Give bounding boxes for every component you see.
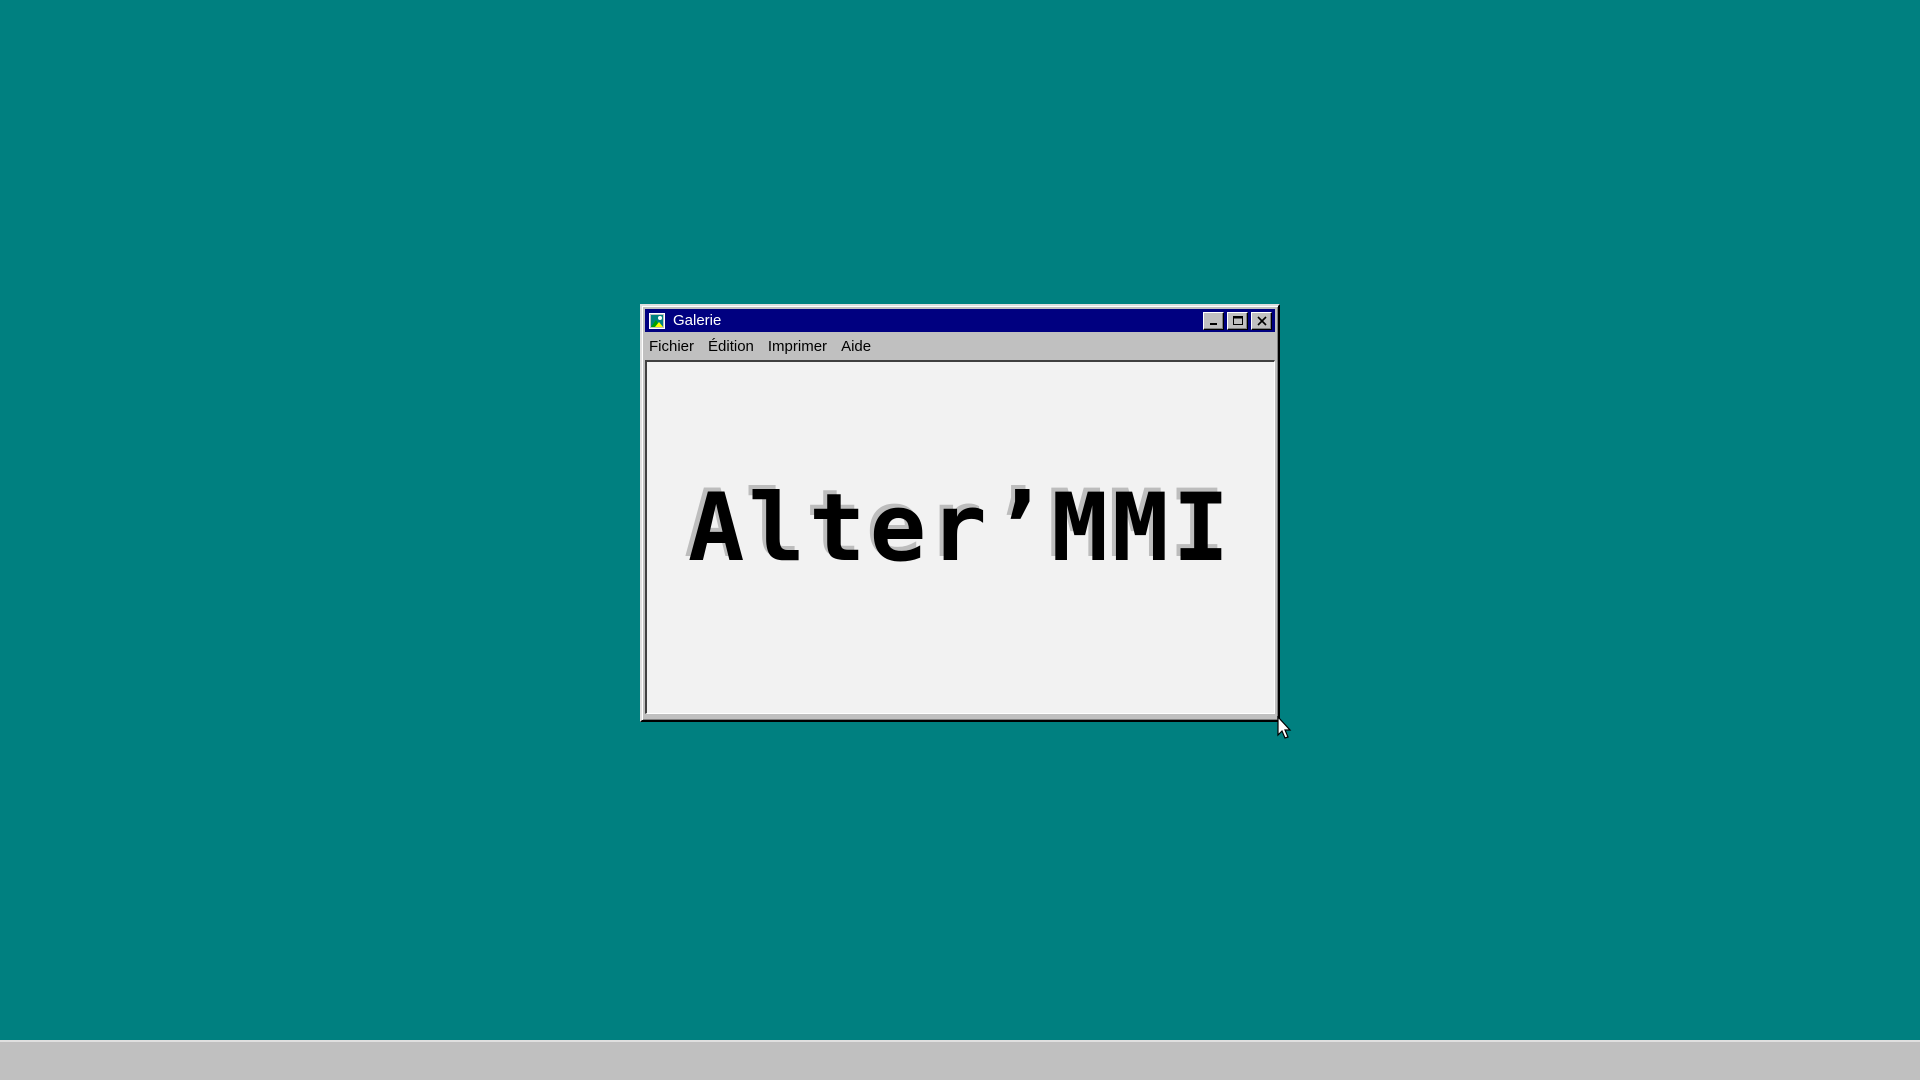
canvas-text: Alter’MMI [687,474,1234,583]
menu-edition[interactable]: Édition [706,336,760,357]
menu-imprimer[interactable]: Imprimer [766,336,833,357]
taskbar [0,1040,1920,1080]
gallery-canvas: Alter’MMI [645,360,1275,714]
menu-fichier[interactable]: Fichier [647,336,700,357]
menu-bar: Fichier Édition Imprimer Aide [645,332,1275,360]
window-title: Galerie [673,312,722,329]
close-icon [1256,315,1267,326]
minimize-button[interactable] [1203,311,1224,330]
galerie-window[interactable]: Galerie Fichier Édition Imprimer Aide Al… [640,304,1280,722]
minimize-icon [1209,322,1217,325]
arrow-cursor-icon [1277,716,1292,739]
window-title-bar[interactable]: Galerie [645,309,1275,332]
maximize-icon [1232,315,1243,325]
close-button[interactable] [1251,311,1272,330]
gallery-app-icon[interactable] [649,312,665,329]
maximize-button[interactable] [1227,311,1248,330]
menu-aide[interactable]: Aide [839,336,877,357]
